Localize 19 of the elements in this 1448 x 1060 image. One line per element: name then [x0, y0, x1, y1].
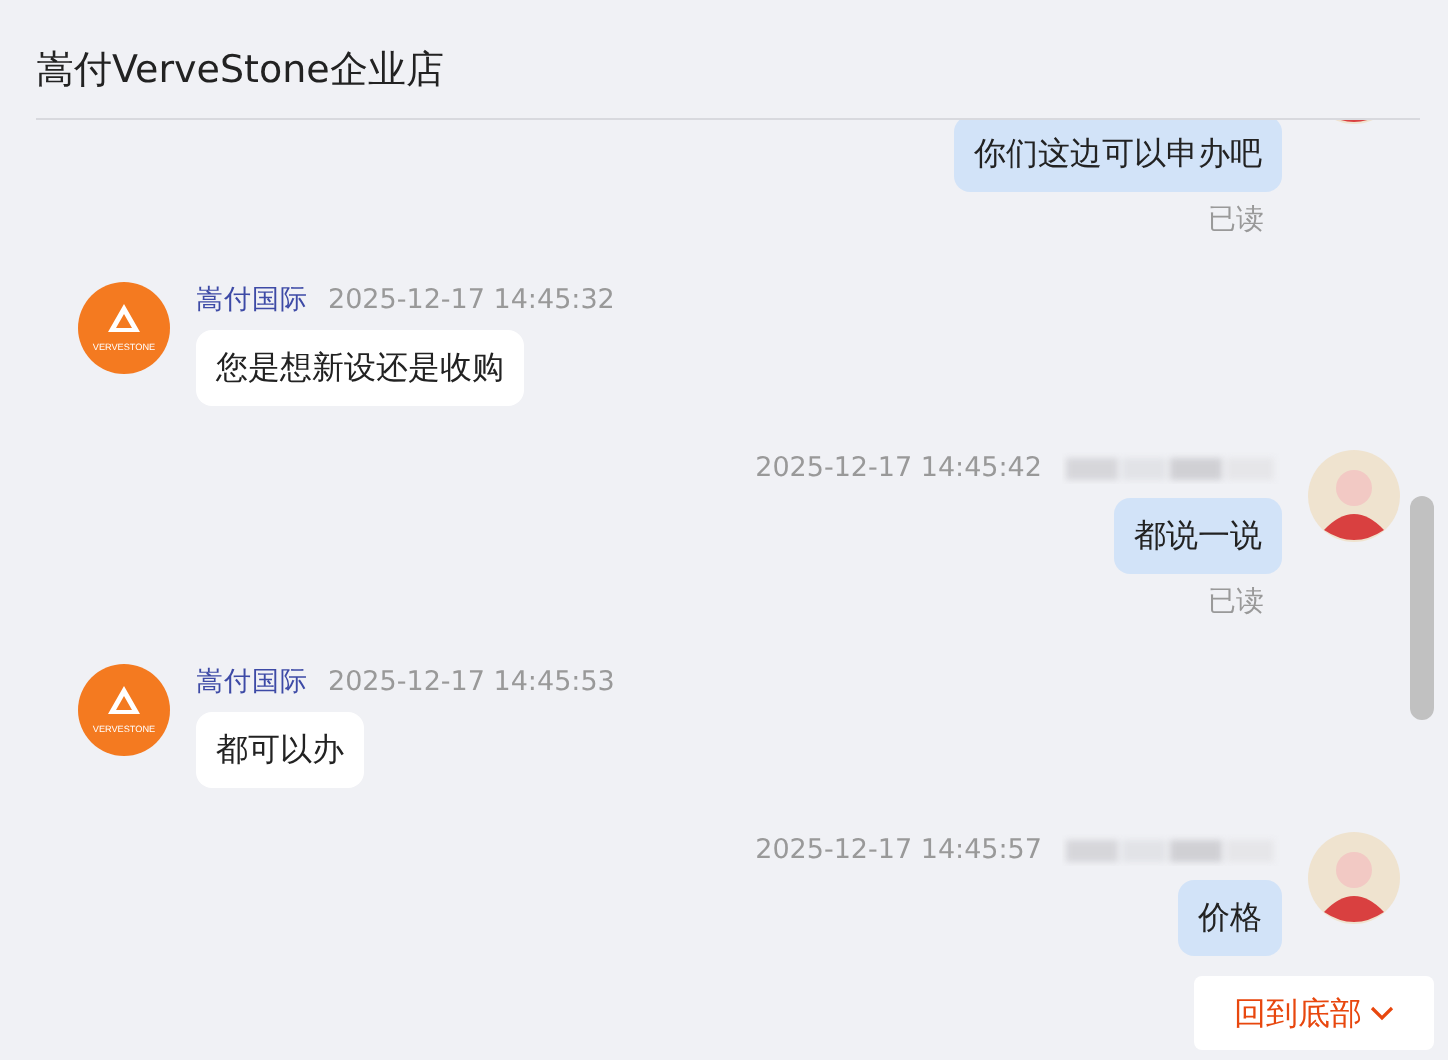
read-status: 已读 — [1208, 202, 1264, 240]
chat-title: 嵩付VerveStone企业店 — [36, 45, 444, 95]
timestamp: 2025-12-17 14:45:42 — [755, 449, 1042, 488]
scrollbar-thumb[interactable] — [1410, 496, 1434, 720]
message-bubble: 您是想新设还是收购 — [196, 330, 524, 406]
jump-to-bottom-button[interactable]: 回到底部 — [1194, 976, 1434, 1050]
read-status: 已读 — [1208, 584, 1264, 622]
timestamp: 2025-12-17 14:45:57 — [755, 831, 1042, 870]
timestamp: 2025-12-17 14:45:53 — [328, 663, 615, 702]
message-bubble: 都说一说 — [1114, 498, 1282, 574]
message-bubble: 价格 — [1178, 880, 1282, 956]
user-avatar — [1308, 450, 1400, 542]
timestamp: 2025-12-17 14:45:32 — [328, 281, 615, 320]
message-bubble: 都可以办 — [196, 712, 364, 788]
sender-name: 嵩付国际 — [196, 281, 308, 320]
sender-name: 嵩付国际 — [196, 663, 308, 702]
chevron-down-icon — [1370, 1005, 1394, 1021]
user-avatar — [1308, 832, 1400, 924]
message-bubble: 你们这边可以申办吧 — [954, 120, 1282, 192]
